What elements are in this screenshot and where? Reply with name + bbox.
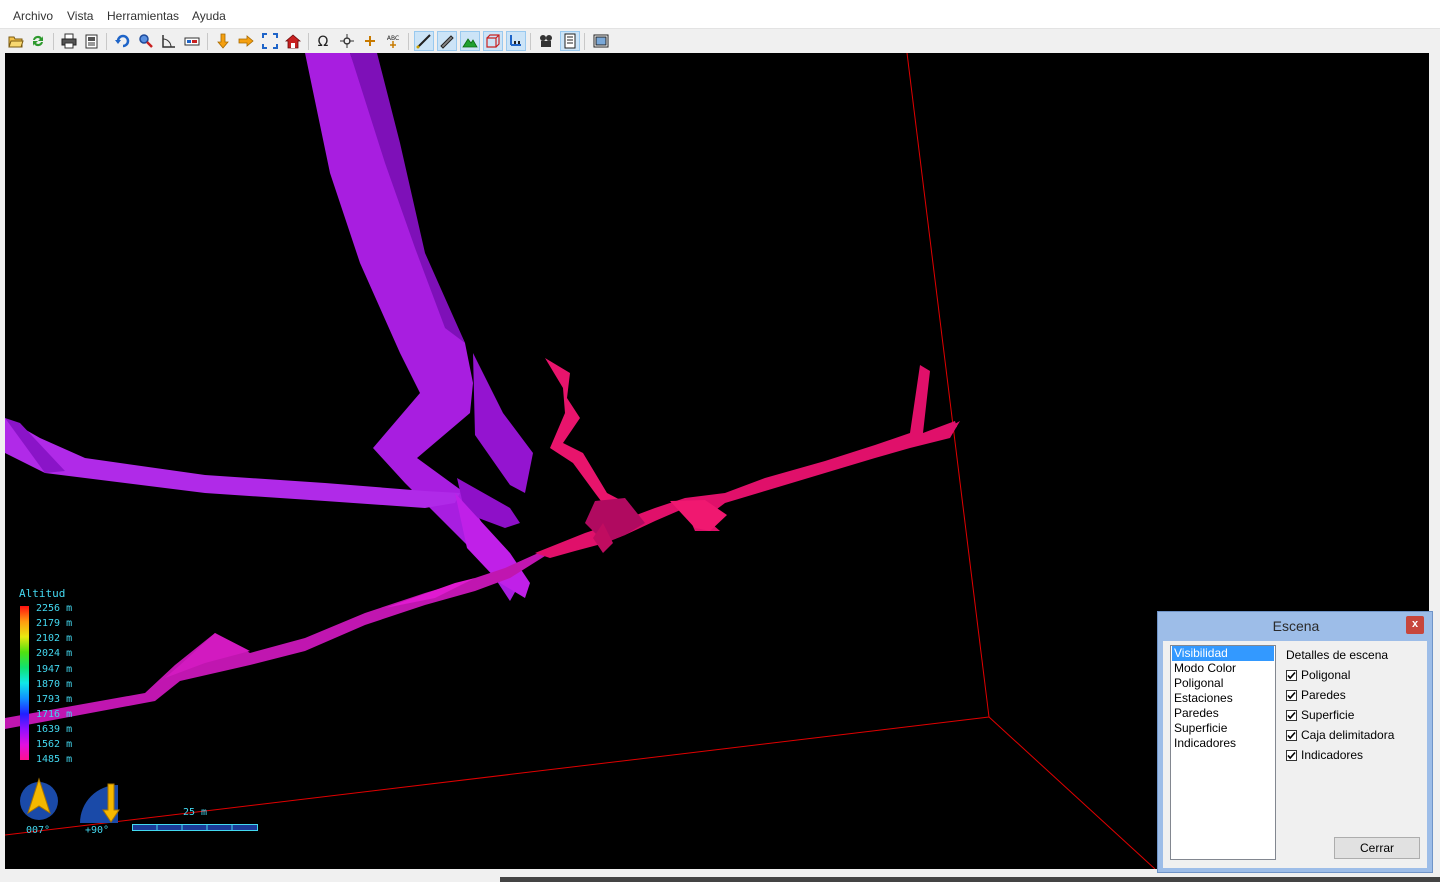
legend-label: 1639 m	[36, 724, 73, 735]
menu-bar: Archivo Vista Herramientas Ayuda	[0, 0, 1440, 29]
walls-icon[interactable]	[437, 31, 457, 51]
scale-bar	[132, 824, 258, 831]
legend-title: Altitud	[19, 587, 66, 600]
angle-icon[interactable]	[159, 31, 179, 51]
indicators-icon[interactable]	[506, 31, 526, 51]
checkbox-label: Caja delimitadora	[1301, 728, 1395, 742]
option-paredes[interactable]: Paredes	[1286, 687, 1346, 703]
legend-label: 2024 m	[36, 648, 73, 659]
legend-label: 2256 m	[36, 603, 73, 614]
category-superficie[interactable]: Superficie	[1172, 721, 1274, 736]
checkbox-paredes[interactable]	[1286, 689, 1297, 701]
bounding-box-icon[interactable]	[483, 31, 503, 51]
svg-text:Ω: Ω	[318, 34, 329, 49]
home-icon[interactable]	[283, 31, 303, 51]
scene-dialog: Escena x Visibilidad Modo Color Poligona…	[1157, 611, 1433, 873]
arrow-down-icon[interactable]	[213, 31, 233, 51]
option-caja-delimitadora[interactable]: Caja delimitadora	[1286, 727, 1394, 743]
film-icon[interactable]	[536, 31, 556, 51]
legend-label: 1793 m	[36, 694, 73, 705]
category-poligonal[interactable]: Poligonal	[1172, 676, 1274, 691]
legend-label: 1716 m	[36, 709, 73, 720]
checkbox-superficie[interactable]	[1286, 709, 1297, 721]
close-icon[interactable]: x	[1406, 616, 1424, 634]
menu-archivo[interactable]: Archivo	[12, 9, 54, 23]
arrow-right-icon[interactable]	[236, 31, 256, 51]
print-icon[interactable]	[59, 31, 79, 51]
checkbox-label: Indicadores	[1301, 748, 1364, 762]
legend-label: 1947 m	[36, 664, 73, 675]
crosshair-icon[interactable]	[337, 31, 357, 51]
checkbox-label: Paredes	[1301, 688, 1346, 702]
category-visibilidad[interactable]: Visibilidad	[1172, 646, 1274, 661]
option-superficie[interactable]: Superficie	[1286, 707, 1354, 723]
legend-label: 1870 m	[36, 679, 73, 690]
category-indicadores[interactable]: Indicadores	[1172, 736, 1274, 751]
checkbox-indicadores[interactable]	[1286, 749, 1297, 761]
polygon-line-icon[interactable]	[414, 31, 434, 51]
option-poligonal[interactable]: Poligonal	[1286, 667, 1350, 683]
svg-text:ABC: ABC	[387, 35, 399, 42]
checkbox-caja-delimitadora[interactable]	[1286, 729, 1297, 741]
rotate-icon[interactable]	[113, 31, 133, 51]
heading-readout: 007°	[26, 825, 51, 836]
dialog-title: Escena	[1272, 618, 1320, 634]
refresh-icon[interactable]	[28, 31, 48, 51]
scene-panel-icon[interactable]	[560, 31, 580, 51]
dialog-body: Visibilidad Modo Color Poligonal Estacio…	[1163, 641, 1427, 868]
legend-label: 2179 m	[36, 618, 73, 629]
plus-icon[interactable]	[360, 31, 380, 51]
category-modo-color[interactable]: Modo Color	[1172, 661, 1274, 676]
checkbox-poligonal[interactable]	[1286, 669, 1297, 681]
checkbox-label: Poligonal	[1301, 668, 1351, 682]
tilt-readout: +90°	[85, 825, 110, 836]
omega-icon[interactable]: Ω	[313, 31, 333, 51]
menu-herramientas[interactable]: Herramientas	[106, 9, 180, 23]
print-preview-icon[interactable]	[82, 31, 102, 51]
category-paredes[interactable]: Paredes	[1172, 706, 1274, 721]
label-icon[interactable]: ABC	[383, 31, 403, 51]
legend-label: 1562 m	[36, 739, 73, 750]
tilt-indicator-icon	[80, 783, 120, 823]
menu-vista[interactable]: Vista	[66, 9, 94, 23]
altitude-colorbar	[20, 606, 29, 760]
measure-icon[interactable]	[182, 31, 202, 51]
open-folder-icon[interactable]	[6, 31, 26, 51]
menu-ayuda[interactable]: Ayuda	[191, 9, 227, 23]
surface-icon[interactable]	[460, 31, 480, 51]
window-icon[interactable]	[591, 31, 611, 51]
checkbox-label: Superficie	[1301, 708, 1355, 722]
category-estaciones[interactable]: Estaciones	[1172, 691, 1274, 706]
zoom-icon[interactable]	[136, 31, 156, 51]
cerrar-button[interactable]: Cerrar	[1334, 837, 1420, 859]
compass-icon	[20, 777, 58, 820]
fit-view-icon[interactable]	[260, 31, 280, 51]
category-list[interactable]: Visibilidad Modo Color Poligonal Estacio…	[1170, 645, 1276, 860]
scale-label: 25 m	[183, 807, 208, 818]
legend-label: 2102 m	[36, 633, 73, 644]
legend-label: 1485 m	[36, 754, 73, 765]
toolbar: Ω ABC	[0, 30, 1440, 52]
option-indicadores[interactable]: Indicadores	[1286, 747, 1363, 763]
details-title: Detalles de escena	[1286, 648, 1389, 662]
